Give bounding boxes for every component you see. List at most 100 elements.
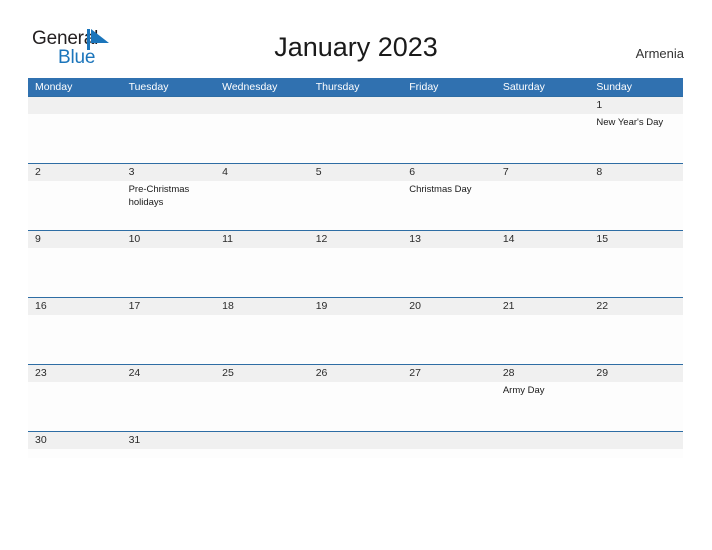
day-number: 30 <box>35 434 47 446</box>
day-cell-19[interactable]: 19 <box>309 298 403 364</box>
day-number <box>129 97 216 114</box>
day-number: 25 <box>222 367 234 379</box>
day-number: 9 <box>35 233 41 245</box>
day-cell-15[interactable]: 15 <box>589 231 683 297</box>
day-cell-21[interactable]: 21 <box>496 298 590 364</box>
page-header: General Blue January 2023 Armenia <box>0 0 712 78</box>
day-cell-20[interactable]: 20 <box>402 298 496 364</box>
day-cell-empty <box>496 432 590 458</box>
day-cell-30[interactable]: 30 <box>28 432 122 458</box>
day-cell-18[interactable]: 18 <box>215 298 309 364</box>
day-cell-5[interactable]: 5 <box>309 164 403 230</box>
day-number: 11 <box>222 233 234 245</box>
week-day-cells: 1 New Year's Day <box>28 97 683 163</box>
week-day-cells: 2 3 Pre-Christmas holidays 4 5 6 Christmas Day… <box>28 164 683 230</box>
day-number: 16 <box>35 300 47 312</box>
day-cell-3[interactable]: 3 Pre-Christmas holidays <box>122 164 216 230</box>
day-number: 28 <box>502 367 515 379</box>
day-cell-empty <box>215 432 309 458</box>
holiday-label: Pre-Christmas holidays <box>128 184 190 208</box>
weekday-header-wednesday: Wednesday <box>222 81 278 93</box>
day-cell-empty <box>309 97 403 163</box>
weekday-header-thursday: Thursday <box>315 81 360 93</box>
day-number <box>503 432 590 449</box>
day-cell-empty <box>589 432 683 458</box>
day-number: 15 <box>596 233 609 245</box>
day-cell-16[interactable]: 16 <box>28 298 122 364</box>
day-cell-10[interactable]: 10 <box>122 231 216 297</box>
day-cell-1[interactable]: 1 New Year's Day <box>589 97 683 163</box>
day-cell-29[interactable]: 29 <box>589 365 683 431</box>
day-cell-31[interactable]: 31 <box>122 432 216 458</box>
day-cell-empty <box>122 97 216 163</box>
calendar-week-row: 9 10 11 12 13 14 15 <box>28 230 683 297</box>
day-number <box>503 97 590 114</box>
day-events: Christmas Day <box>409 181 496 196</box>
day-cell-empty <box>28 97 122 163</box>
day-cell-13[interactable]: 13 <box>402 231 496 297</box>
day-cell-9[interactable]: 9 <box>28 231 122 297</box>
day-cell-23[interactable]: 23 <box>28 365 122 431</box>
day-cell-22[interactable]: 22 <box>589 298 683 364</box>
day-cell-17[interactable]: 17 <box>122 298 216 364</box>
day-events: New Year's Day <box>596 114 683 129</box>
day-number <box>316 97 403 114</box>
day-number: 24 <box>128 367 141 379</box>
day-number <box>35 97 122 114</box>
day-number: 3 <box>128 166 135 178</box>
day-cell-empty <box>309 432 403 458</box>
day-number: 21 <box>502 300 515 312</box>
calendar-week-row: 1 New Year's Day <box>28 96 683 163</box>
day-cell-11[interactable]: 11 <box>215 231 309 297</box>
day-number: 26 <box>315 367 328 379</box>
week-day-cells: 16 17 18 19 20 21 22 <box>28 298 683 364</box>
day-number: 7 <box>502 166 509 178</box>
day-cell-7[interactable]: 7 <box>496 164 590 230</box>
calendar-week-row: 23 24 25 26 27 28 Army Day 29 <box>28 364 683 431</box>
day-number: 2 <box>35 166 41 178</box>
day-cell-6[interactable]: 6 Christmas Day <box>402 164 496 230</box>
holiday-label: Army Day <box>502 385 545 396</box>
day-number: 1 <box>596 99 603 111</box>
day-cell-empty <box>402 97 496 163</box>
day-cell-2[interactable]: 2 <box>28 164 122 230</box>
day-cell-4[interactable]: 4 <box>215 164 309 230</box>
day-number <box>409 97 496 114</box>
day-events: Pre-Christmas holidays <box>129 181 216 209</box>
day-cell-28[interactable]: 28 Army Day <box>496 365 590 431</box>
day-cell-25[interactable]: 25 <box>215 365 309 431</box>
weekday-header-sunday: Sunday <box>596 81 632 93</box>
day-number: 29 <box>596 367 609 379</box>
day-number <box>316 432 403 449</box>
holiday-label: New Year's Day <box>596 117 664 128</box>
week-day-cells: 9 10 11 12 13 14 15 <box>28 231 683 297</box>
week-day-cells: 23 24 25 26 27 28 Army Day 29 <box>28 365 683 431</box>
day-number: 6 <box>409 166 416 178</box>
day-cell-empty <box>496 97 590 163</box>
weekday-header-friday: Friday <box>409 81 439 93</box>
day-cell-14[interactable]: 14 <box>496 231 590 297</box>
day-number: 31 <box>128 434 141 446</box>
day-number: 19 <box>315 300 328 312</box>
weekday-header-monday: Monday <box>35 81 73 93</box>
day-events: Army Day <box>503 382 590 397</box>
day-cell-26[interactable]: 26 <box>309 365 403 431</box>
day-number: 4 <box>222 166 228 178</box>
day-number: 20 <box>409 300 421 312</box>
day-cell-8[interactable]: 8 <box>589 164 683 230</box>
calendar-week-row: 16 17 18 19 20 21 22 <box>28 297 683 364</box>
day-cell-27[interactable]: 27 <box>402 365 496 431</box>
weekday-header-tuesday: Tuesday <box>128 81 169 93</box>
calendar-week-row: 30 31 <box>28 431 683 458</box>
day-cell-empty <box>402 432 496 458</box>
day-number: 13 <box>409 233 421 245</box>
holiday-label: Christmas Day <box>409 184 472 195</box>
day-number: 27 <box>409 367 421 379</box>
day-number: 14 <box>502 233 515 245</box>
day-cell-12[interactable]: 12 <box>309 231 403 297</box>
calendar-grid: Monday Tuesday Wednesday Thursday Friday Satu… <box>28 78 683 458</box>
day-cell-24[interactable]: 24 <box>122 365 216 431</box>
day-cell-empty <box>215 97 309 163</box>
day-number <box>222 432 309 449</box>
weekday-header-saturday: Saturday <box>502 81 545 93</box>
